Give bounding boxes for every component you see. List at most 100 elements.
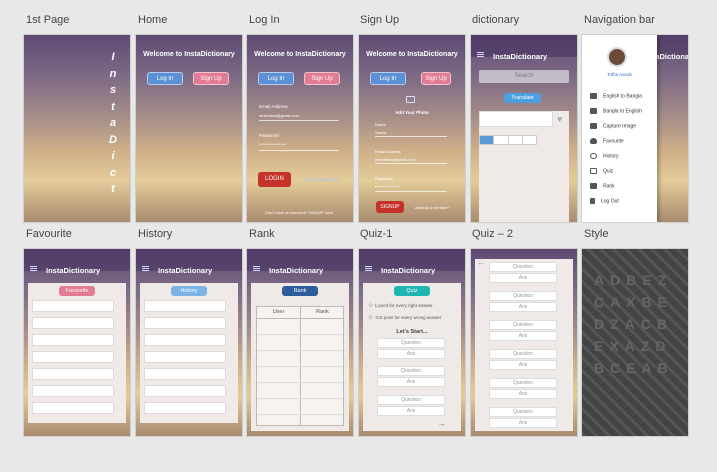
- password-field[interactable]: ••••••••••: [259, 142, 339, 148]
- tab-segment[interactable]: [507, 136, 522, 144]
- question-box: Question: [377, 366, 445, 376]
- email-field[interactable]: mrtsmtfaa@gmail.com: [259, 113, 339, 118]
- question-box: Question: [489, 349, 557, 359]
- nav-item-rank[interactable]: Rank: [590, 183, 615, 189]
- nav-item-label: Quiz: [603, 168, 614, 175]
- signup-submit-button[interactable]: SIGNUP: [376, 201, 404, 213]
- screen-favourite: InstaDictionary Favourite: [24, 249, 130, 436]
- answer-field[interactable]: Ans: [377, 349, 445, 359]
- rule-text: 1 point for every right answer: [374, 303, 433, 308]
- splash-letter: t: [111, 183, 115, 195]
- signup-tab[interactable]: Sign Up: [304, 72, 340, 85]
- list-item[interactable]: [32, 317, 114, 329]
- nav-item-history[interactable]: History: [590, 153, 619, 159]
- list-item[interactable]: [144, 351, 226, 363]
- quiz-pill: Quiz: [394, 286, 430, 296]
- rule-wrong: ☆ -0.5 point for every wrong answer: [368, 314, 441, 321]
- nav-item-capture-image[interactable]: Capture Image: [590, 123, 636, 129]
- search-input[interactable]: Search: [479, 70, 569, 83]
- answer-field[interactable]: Ans: [489, 389, 557, 399]
- nav-item-favourite[interactable]: Favourite: [590, 138, 624, 144]
- password-field[interactable]: ••••••••••: [375, 184, 455, 189]
- screen-signup: Welcome to InstaDictionary Log In Sign U…: [359, 35, 465, 222]
- row-divider: [257, 398, 343, 399]
- quiz-panel: [475, 259, 573, 431]
- nav-item-label: Log Out: [601, 198, 619, 205]
- answer-field[interactable]: Ans: [489, 418, 557, 428]
- question-box: Question: [489, 378, 557, 388]
- screen-navbar: InstaDictionary Tofha Aasob English to B…: [582, 35, 688, 222]
- login-button[interactable]: Log In: [147, 72, 183, 85]
- answer-field[interactable]: Ans: [489, 273, 557, 283]
- hamburger-icon[interactable]: [142, 266, 149, 271]
- heart-icon[interactable]: ♥: [557, 115, 562, 124]
- list-item[interactable]: [32, 300, 114, 312]
- avatar: [607, 47, 627, 67]
- label-navbar: Navigation bar: [584, 14, 655, 26]
- hamburger-icon[interactable]: [477, 52, 484, 57]
- hamburger-icon[interactable]: [30, 266, 37, 271]
- list-item[interactable]: [32, 385, 114, 397]
- back-arrow-icon[interactable]: ←: [477, 258, 485, 267]
- hamburger-icon[interactable]: [253, 266, 260, 271]
- splash-letter: i: [111, 150, 115, 162]
- screen-history: InstaDictionary History: [136, 249, 242, 436]
- row-divider: [257, 366, 343, 367]
- answer-field[interactable]: Ans: [377, 406, 445, 416]
- camera-icon[interactable]: [406, 96, 415, 103]
- nav-item-label: Favourite: [603, 138, 624, 145]
- label-history: History: [138, 228, 173, 240]
- splash-title: I n s t a D i c t: [106, 49, 120, 198]
- nav-item-quiz[interactable]: Quiz: [590, 168, 613, 174]
- translate-button[interactable]: Translate: [504, 93, 541, 103]
- list-item[interactable]: [32, 368, 114, 380]
- tab-segment[interactable]: [480, 136, 494, 144]
- login-submit-button[interactable]: LOGIN: [258, 172, 291, 187]
- password-underline: [259, 150, 339, 151]
- answer-field[interactable]: Ans: [489, 331, 557, 341]
- screen-style-pattern: ADBEZ CAXBE DZACB EXAZD BCEAB: [582, 249, 688, 436]
- row-divider: [257, 382, 343, 383]
- nav-item-bangla-to-english[interactable]: Bangla to English: [590, 108, 642, 114]
- list-item[interactable]: [144, 317, 226, 329]
- signup-here-link[interactable]: Don't have an account? SIGNUP Here: [265, 210, 333, 215]
- nav-item-label: Bangla to English: [603, 108, 642, 115]
- login-tab[interactable]: Log In: [258, 72, 294, 85]
- list-item[interactable]: [32, 334, 114, 346]
- quiz-icon: [590, 168, 597, 174]
- screen-quiz1: InstaDictionary Quiz ☆ 1 point for every…: [359, 249, 465, 436]
- tab-segment[interactable]: [493, 136, 507, 144]
- list-item[interactable]: [144, 334, 226, 346]
- signup-button[interactable]: Sign Up: [193, 72, 229, 85]
- email-field[interactable]: mrtsmtfaa@gmail.com: [375, 157, 455, 162]
- screen-first-page: I n s t a D i c t: [24, 35, 130, 222]
- list-item[interactable]: [144, 402, 226, 414]
- signup-tab[interactable]: Sign Up: [421, 72, 451, 85]
- member-login-link[interactable]: Already a member?: [415, 205, 450, 210]
- app-title: InstaDictionary: [158, 266, 213, 275]
- question-box: Question: [489, 291, 557, 301]
- row-divider: [257, 414, 343, 415]
- tab-segment[interactable]: [521, 136, 536, 144]
- name-field[interactable]: Samia: [375, 130, 455, 135]
- next-arrow-icon[interactable]: →: [437, 418, 446, 428]
- list-item[interactable]: [32, 351, 114, 363]
- login-tab[interactable]: Log In: [370, 72, 406, 85]
- hamburger-icon[interactable]: [365, 266, 372, 271]
- nav-item-logout[interactable]: Log Out: [590, 198, 619, 204]
- splash-letter: s: [109, 84, 117, 96]
- star-icon: ☆: [368, 303, 374, 309]
- favourite-pill: Favourite: [59, 286, 95, 296]
- answer-field[interactable]: Ans: [489, 360, 557, 370]
- answer-field[interactable]: Ans: [377, 377, 445, 387]
- list-item[interactable]: [144, 385, 226, 397]
- list-item[interactable]: [32, 402, 114, 414]
- forgot-password-link[interactable]: Forgot Password: [304, 177, 338, 182]
- answer-field[interactable]: Ans: [489, 302, 557, 312]
- splash-letter: c: [109, 166, 117, 179]
- list-item[interactable]: [144, 368, 226, 380]
- list-item[interactable]: [144, 300, 226, 312]
- label-login: Log In: [249, 14, 280, 26]
- label-signup: Sign Up: [360, 14, 400, 26]
- nav-item-english-to-bangla[interactable]: English to Bangla: [590, 93, 642, 99]
